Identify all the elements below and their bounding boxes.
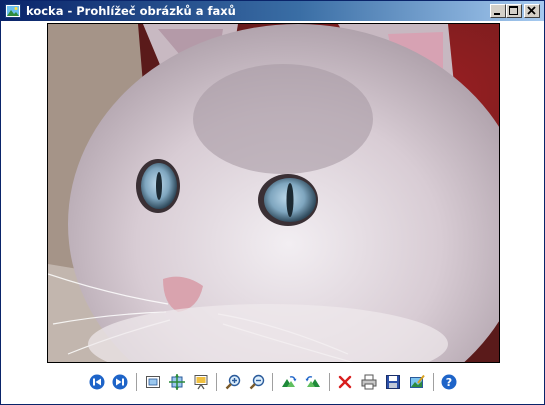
- next-image-button[interactable]: [109, 371, 131, 393]
- toolbar-separator: [433, 373, 435, 391]
- toolbar-separator: [272, 373, 274, 391]
- zoom-out-button[interactable]: [246, 371, 268, 393]
- slideshow-button[interactable]: [190, 371, 212, 393]
- image-viewer-app-icon[interactable]: [5, 3, 21, 19]
- actual-size-button[interactable]: [166, 371, 188, 393]
- slideshow-icon: [194, 375, 208, 390]
- open-for-editing-icon: [410, 374, 425, 388]
- rotate-counterclockwise-button[interactable]: [302, 371, 324, 393]
- minimize-icon: [494, 13, 500, 15]
- toolbar-separator: [216, 373, 218, 391]
- minimize-button[interactable]: [490, 4, 506, 18]
- image-viewer-window: kocka - Prohlížeč obrázků a faxů ?: [0, 0, 545, 405]
- best-fit-icon: [146, 376, 160, 388]
- window-title: kocka - Prohlížeč obrázků a faxů: [26, 4, 236, 18]
- zoom-in-button[interactable]: [222, 371, 244, 393]
- svg-text:?: ?: [446, 376, 452, 389]
- close-icon: [527, 6, 536, 15]
- next-image-icon: [112, 374, 128, 390]
- rotate-clockwise-icon: [282, 376, 297, 387]
- actual-size-icon: [169, 374, 185, 390]
- toolbar: ?: [1, 371, 544, 395]
- delete-icon: [338, 375, 352, 389]
- print-icon: [361, 374, 377, 390]
- open-for-editing-button[interactable]: [406, 371, 428, 393]
- cat-photo: [48, 24, 499, 362]
- maximize-icon: [509, 6, 518, 15]
- toolbar-separator: [136, 373, 138, 391]
- maximize-button[interactable]: [506, 4, 522, 18]
- image-display[interactable]: [47, 23, 500, 363]
- save-button[interactable]: [382, 371, 404, 393]
- zoom-in-icon: [225, 374, 241, 390]
- rotate-clockwise-button[interactable]: [278, 371, 300, 393]
- zoom-out-icon: [249, 374, 265, 390]
- save-icon: [386, 375, 400, 389]
- previous-image-icon: [89, 374, 105, 390]
- toolbar-separator: [329, 373, 331, 391]
- help-icon: ?: [441, 374, 457, 390]
- print-button[interactable]: [358, 371, 380, 393]
- best-fit-button[interactable]: [142, 371, 164, 393]
- rotate-counterclockwise-icon: [305, 376, 320, 387]
- help-button[interactable]: ?: [438, 371, 460, 393]
- close-button[interactable]: [524, 4, 540, 18]
- delete-button[interactable]: [334, 371, 356, 393]
- title-bar[interactable]: kocka - Prohlížeč obrázků a faxů: [1, 1, 544, 21]
- previous-image-button[interactable]: [86, 371, 108, 393]
